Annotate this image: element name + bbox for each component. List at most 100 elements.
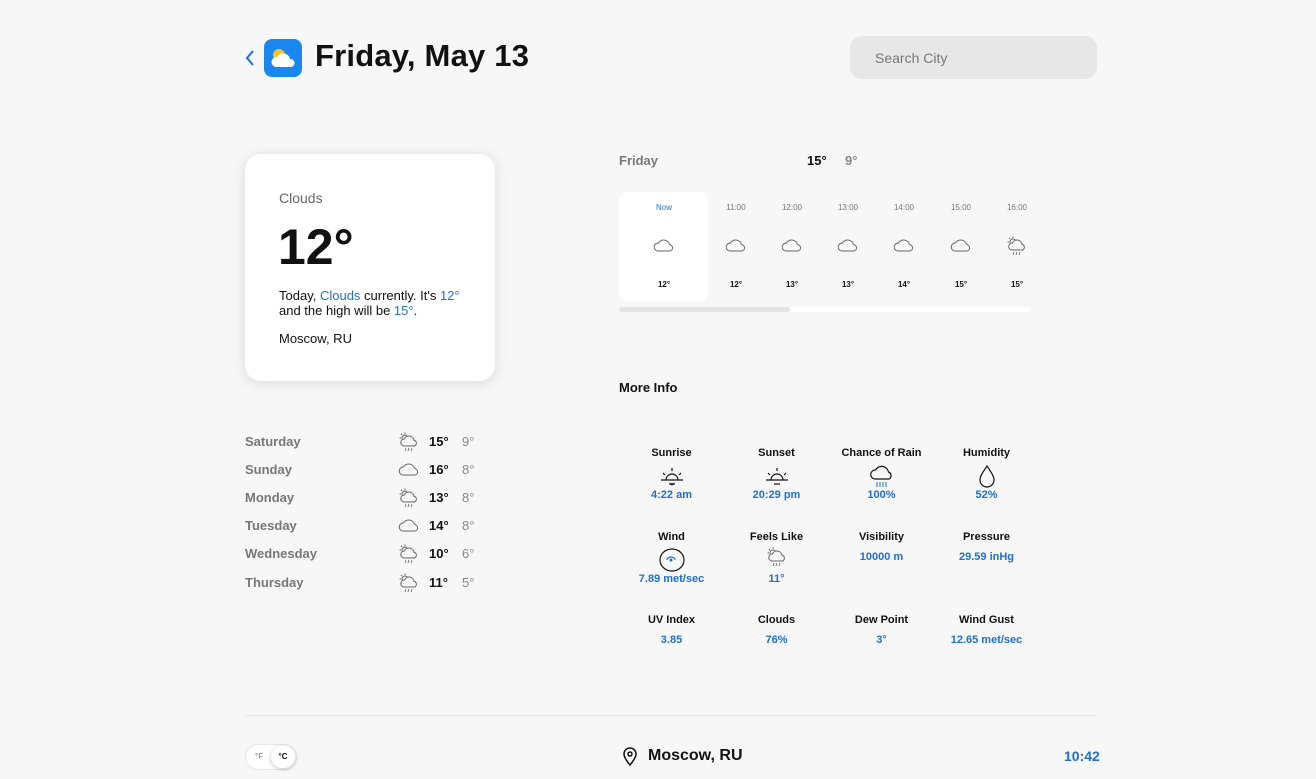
desc-current-temp: 12° [439,288,460,303]
hourly-temp: 13° [841,280,855,289]
unit-toggle[interactable]: °F °C [245,744,297,770]
daily-low: 8° [462,490,475,505]
back-button[interactable] [243,48,257,68]
cloud-rain-sun-icon [397,573,417,593]
info-cell: Feels Like 11° [724,531,829,585]
cloud-icon [949,236,973,256]
hourly-item[interactable]: 15:00 15° [933,192,989,301]
unit-celsius[interactable]: °C [271,746,295,768]
current-weather-card: Clouds 12° Today, Clouds currently. It's… [245,154,495,381]
cloud-rain-sun-icon [397,488,417,508]
cloud-rain-sun-icon [1005,236,1029,256]
footer-location: Moscow, RU [648,747,743,764]
info-value: 20:29 pm [752,489,801,501]
hourly-time: 14:00 [893,203,915,212]
cloud-icon [652,236,676,256]
info-value: 76% [765,634,788,646]
info-cell: Chance of Rain 100% [829,447,934,501]
hourly-item[interactable]: 12:00 13° [764,192,820,301]
info-value: 12.65 met/sec [950,634,1023,646]
hourly-item[interactable]: 14:00 14° [876,192,932,301]
desc-text: and the high will be [279,303,394,318]
hourly-scrollbar-thumb[interactable] [619,307,790,312]
info-label: UV Index [647,614,696,626]
hourly-temp: 15° [954,280,968,289]
daily-day-name: Thursday [245,575,304,590]
info-label: Feels Like [749,531,804,543]
hourly-time: 13:00 [837,203,859,212]
cloud-icon [724,236,748,256]
hourly-day-low: 9° [845,153,858,168]
daily-row[interactable]: Thursday 11° 5° [245,573,485,595]
info-label: Sunset [758,447,795,459]
daily-high: 11° [429,575,448,590]
info-value: 29.59 inHg [958,551,1015,563]
info-cell: UV Index 3.85 [619,614,724,646]
daily-high: 14° [429,518,449,533]
wind-icon [658,547,686,573]
daily-high: 16° [429,462,449,477]
current-condition: Clouds [279,190,323,206]
cloud-rain-sun-icon [397,432,417,452]
desc-text: currently. It's [360,288,440,303]
info-label: Dew Point [854,614,909,626]
daily-row[interactable]: Saturday 15° 9° [245,432,485,454]
cloud-icon [780,236,804,256]
cloud-icon [892,236,916,256]
daily-row[interactable]: Monday 13° 8° [245,488,485,510]
hourly-temp: 12° [657,280,671,289]
app-logo [264,39,302,77]
chevron-left-icon [245,50,254,66]
desc-high-temp: 15° [393,303,414,318]
info-cell: Clouds 76% [724,614,829,646]
cloud-icon [397,460,419,480]
divider [245,715,1097,716]
daily-day-name: Monday [245,490,295,505]
hourly-temp: 14° [897,280,911,289]
daily-low: 6° [462,546,475,561]
current-temperature: 12° [278,219,354,275]
desc-text: . [413,303,418,318]
search-city-input[interactable] [850,36,1097,79]
info-cell: Pressure 29.59 inHg [934,531,1039,563]
daily-low: 5° [462,575,475,590]
sunrise-icon [658,463,686,489]
info-cell: Visibility 10000 m [829,531,934,563]
daily-day-name: Wednesday [245,546,318,561]
info-cell: Sunset 20:29 pm [724,447,829,501]
hourly-day-high: 15° [807,153,827,168]
more-info-title: More Info [619,380,678,395]
info-label: Clouds [757,614,796,626]
info-value: 7.89 met/sec [638,573,705,585]
info-label: Sunrise [651,447,692,459]
sunset-icon [763,463,791,489]
hourly-item[interactable]: Now 12° [636,192,692,301]
daily-day-name: Tuesday [245,518,297,533]
unit-fahrenheit[interactable]: °F [255,752,263,761]
hourly-day-label: Friday [619,153,659,168]
daily-day-name: Sunday [245,462,292,477]
info-label: Pressure [962,531,1011,543]
daily-high: 10° [429,546,449,561]
cloud-rain-sun-icon [397,544,417,564]
info-cell: Wind 7.89 met/sec [619,531,724,585]
info-label: Humidity [962,447,1011,459]
info-value: 100% [867,489,896,501]
hourly-temp: 13° [785,280,799,289]
info-value: 3.85 [660,634,683,646]
daily-row[interactable]: Sunday 16° 8° [245,462,485,482]
daily-row[interactable]: Wednesday 10° 6° [245,544,485,566]
info-label: Chance of Rain [841,447,922,459]
info-value: 4:22 am [651,489,692,501]
info-label: Visibility [858,531,905,543]
hourly-time: 12:00 [781,203,803,212]
daily-low: 8° [462,518,475,533]
hourly-item[interactable]: 16:00 15° [989,192,1045,301]
daily-low: 8° [462,462,475,477]
hourly-item[interactable]: 11:00 12° [708,192,764,301]
daily-day-name: Saturday [245,434,301,449]
daily-row[interactable]: Tuesday 14° 8° [245,518,485,538]
cloud-icon [397,516,419,536]
info-label: Wind [658,531,685,543]
hourly-item[interactable]: 13:00 13° [820,192,876,301]
